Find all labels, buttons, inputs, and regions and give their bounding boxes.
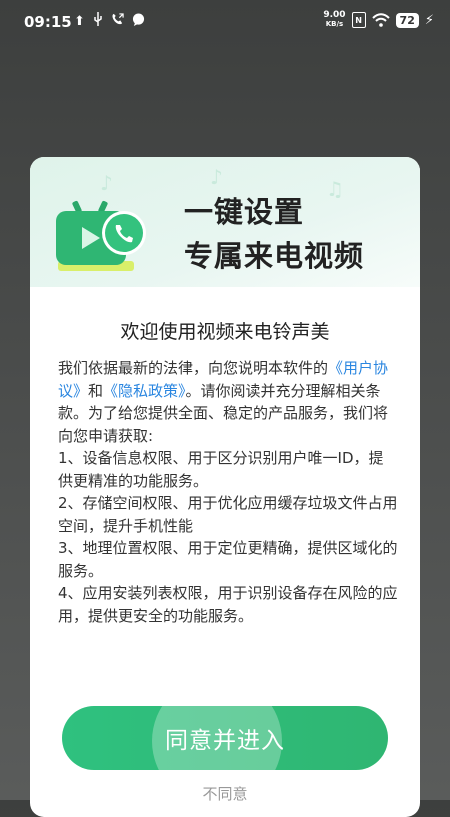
phone-call-icon xyxy=(111,12,124,32)
privacy-dialog: ♪ ♫ ♪ 一键设置 专属来电视频 欢迎使用视频来电铃声美 我们依据最新的法律，… xyxy=(30,157,420,817)
network-speed: 9.00 KB/s xyxy=(323,11,345,29)
notification-icons: ⬆ xyxy=(74,12,145,32)
status-bar: 09:15 ⬆ 9.00 KB/s N 72 ⚡ xyxy=(0,0,450,44)
disagree-button[interactable]: 不同意 xyxy=(30,783,420,804)
network-speed-unit: KB/s xyxy=(325,20,344,28)
hero-headline-1: 一键设置 xyxy=(184,195,305,229)
body-and: 和 xyxy=(88,381,104,400)
body-intro: 我们依据最新的法律，向您说明本软件的 xyxy=(58,359,329,377)
message-icon xyxy=(132,12,145,32)
dialog-hero-banner: ♪ ♫ ♪ 一键设置 专属来电视频 xyxy=(30,157,420,287)
video-phone-logo-icon xyxy=(56,200,146,271)
privacy-policy-link[interactable]: 《隐私政策》 xyxy=(103,382,186,400)
agree-button-label: 同意并进入 xyxy=(165,728,285,754)
status-right: 9.00 KB/s N 72 ⚡ xyxy=(323,11,434,29)
permission-item: 2、存储空间权限、用于优化应用缓存垃圾文件占用空间，提升手机性能 xyxy=(58,494,398,535)
hero-headline-2: 专属来电视频 xyxy=(184,239,365,273)
battery-level: 72 xyxy=(395,12,419,28)
dialog-title: 欢迎使用视频来电铃声美 xyxy=(120,321,330,343)
dialog-body: 我们依据最新的法律，向您说明本软件的《用户协议》和《隐私政策》。请你阅读并充分理… xyxy=(58,357,398,627)
usb-icon xyxy=(93,12,103,32)
agree-button[interactable]: 同意并进入 xyxy=(62,706,388,770)
permission-item: 3、地理位置权限、用于定位更精确，提供区域化的服务。 xyxy=(58,539,398,580)
music-note-icon: ♫ xyxy=(326,177,344,201)
music-note-icon: ♪ xyxy=(210,165,223,189)
network-speed-value: 9.00 xyxy=(323,10,346,20)
permission-item: 4、应用安装列表权限，用于识别设备存在风险的应用，提供更安全的功能服务。 xyxy=(58,584,398,625)
music-note-icon: ♪ xyxy=(100,171,113,195)
status-time: 09:15 xyxy=(24,13,72,31)
nfc-icon: N xyxy=(351,12,366,28)
wifi-icon xyxy=(371,13,390,27)
upload-icon: ⬆ xyxy=(74,14,85,29)
charging-icon: ⚡ xyxy=(424,12,434,28)
permission-item: 1、设备信息权限、用于区分识别用户唯一ID，提供更精准的功能服务。 xyxy=(58,449,384,490)
